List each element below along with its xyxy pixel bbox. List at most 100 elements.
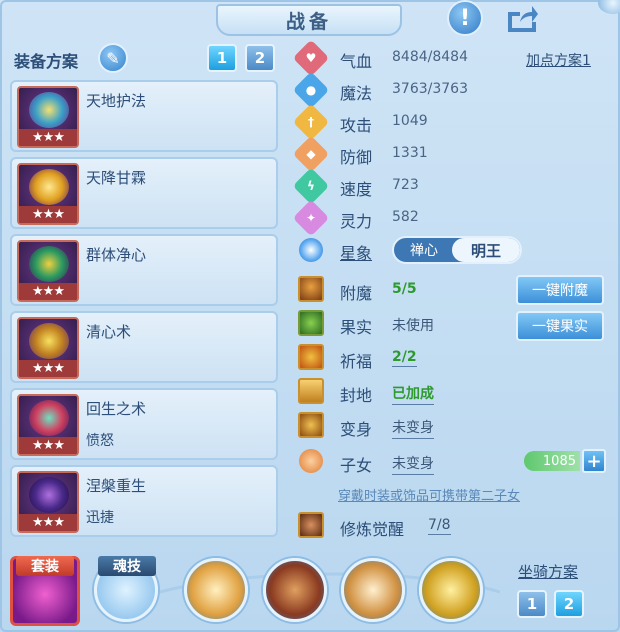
extra-value[interactable]: 已加成 xyxy=(392,383,434,405)
mount-slot[interactable] xyxy=(184,558,248,622)
skill-name: 回生之术 xyxy=(86,400,147,418)
stat-label: 灵力 xyxy=(340,212,373,231)
star-sign-toggle[interactable]: 禅心 明王 xyxy=(392,236,522,264)
spirit-icon: ✦ xyxy=(305,211,317,225)
skill-name: 涅槃重生 xyxy=(86,477,147,495)
extra-label: 子女 xyxy=(340,456,373,475)
star-sign-label[interactable]: 星象 xyxy=(340,240,372,264)
extra-pray: 祈福 2/2 xyxy=(296,344,606,372)
pray-icon xyxy=(298,344,324,370)
plan-button-2[interactable]: 2 xyxy=(245,44,275,72)
skill-icon: ★★★ xyxy=(17,86,79,148)
mount-slot[interactable] xyxy=(419,558,483,622)
skill-name: 清心术 xyxy=(86,323,132,341)
skill-stars: ★★★ xyxy=(19,206,77,223)
soul-skill-label: 魂技 xyxy=(98,556,156,576)
skill-name: 群体净心 xyxy=(86,246,147,264)
mount-slot[interactable] xyxy=(341,558,405,622)
star-sign-option-chanxin[interactable]: 禅心 xyxy=(394,238,454,262)
skill-name: 天地护法 xyxy=(86,92,147,110)
stat-hp: ♥ 气血 8484/8484 加点方案1 xyxy=(292,39,606,77)
mount-plan-button-2[interactable]: 2 xyxy=(554,590,584,618)
child-icon xyxy=(299,449,323,473)
enchant-icon xyxy=(298,276,324,302)
skill-stars: ★★★ xyxy=(19,437,77,454)
skill-card[interactable]: ★★★ 天降甘霖 xyxy=(10,157,278,229)
star-sign-option-mingwang[interactable]: 明王 xyxy=(452,238,520,262)
skill-icon: ★★★ xyxy=(17,240,79,302)
skill-icon: ★★★ xyxy=(17,317,79,379)
stat-label: 攻击 xyxy=(340,116,373,135)
mount-slot[interactable] xyxy=(263,558,327,622)
skill-card[interactable]: ★★★ 涅槃重生 迅捷 xyxy=(10,465,278,537)
skill-icon: ★★★ xyxy=(17,394,79,456)
extra-label: 果实 xyxy=(340,318,373,337)
seal-icon xyxy=(298,378,324,404)
extra-transform: 变身 未变身 xyxy=(296,412,606,440)
cultivate-icon xyxy=(298,512,324,538)
transform-icon xyxy=(298,412,324,438)
stat-label: 魔法 xyxy=(340,84,373,103)
stat-spr: ✦ 灵力 582 xyxy=(292,199,606,237)
extra-label: 封地 xyxy=(340,386,373,405)
skill-sub: 愤怒 xyxy=(86,433,114,449)
add-button[interactable]: + xyxy=(582,449,606,473)
stat-value: 1049 xyxy=(392,113,428,129)
fruit-all-button[interactable]: 一键果实 xyxy=(516,311,604,341)
stat-value: 8484/8484 xyxy=(392,49,468,65)
plan-button-1[interactable]: 1 xyxy=(207,44,237,72)
stat-value: 3763/3763 xyxy=(392,81,468,97)
skill-stars: ★★★ xyxy=(19,514,77,531)
extra-label: 祈福 xyxy=(340,352,373,371)
skill-name: 天降甘霖 xyxy=(86,169,147,187)
speed-icon: ϟ xyxy=(307,179,315,193)
extra-value[interactable]: 2/2 xyxy=(392,349,417,367)
extra-value[interactable]: 未变身 xyxy=(392,417,434,439)
skill-sub: 迅捷 xyxy=(86,510,114,526)
skill-card[interactable]: ★★★ 清心术 xyxy=(10,311,278,383)
stat-spd: ϟ 速度 723 xyxy=(292,167,606,205)
extra-label: 附魔 xyxy=(340,284,373,303)
stat-mp: ● 魔法 3763/3763 xyxy=(292,71,606,109)
edit-icon[interactable]: ✎ xyxy=(98,43,128,73)
skill-card[interactable]: ★★★ 群体净心 xyxy=(10,234,278,306)
skill-icon: ★★★ xyxy=(17,163,79,225)
extra-value[interactable]: 7/8 xyxy=(428,517,451,535)
skill-stars: ★★★ xyxy=(19,360,77,377)
hint-link[interactable]: 穿戴时装或饰品可携带第二子女 xyxy=(338,485,520,504)
skill-stars: ★★★ xyxy=(19,129,77,146)
mana-icon: ● xyxy=(305,83,317,97)
alert-icon[interactable]: ! xyxy=(447,0,483,36)
extra-value: 5/5 xyxy=(392,281,417,297)
child-counter: 1085 xyxy=(524,451,580,471)
sword-icon: † xyxy=(308,115,314,129)
skill-stars: ★★★ xyxy=(19,283,77,300)
add-plan-link[interactable]: 加点方案1 xyxy=(526,50,591,70)
stat-label: 速度 xyxy=(340,180,373,199)
extra-seal: 封地 已加成 xyxy=(296,378,606,406)
page-title: 战备 xyxy=(216,4,402,36)
stat-def: ◆ 防御 1331 xyxy=(292,135,606,173)
star-sign-icon xyxy=(299,238,323,262)
extra-label: 变身 xyxy=(340,420,373,439)
extra-label: 修炼觉醒 xyxy=(340,520,405,539)
stat-value: 723 xyxy=(392,177,419,193)
plan-title: 装备方案 xyxy=(14,52,79,71)
stat-value: 582 xyxy=(392,209,419,225)
fruit-icon xyxy=(298,310,324,336)
stat-atk: † 攻击 1049 xyxy=(292,103,606,141)
mount-plan-title[interactable]: 坐骑方案 xyxy=(518,561,578,582)
skill-card[interactable]: ★★★ 天地护法 xyxy=(10,80,278,152)
heart-icon: ♥ xyxy=(305,51,317,65)
stat-label: 防御 xyxy=(340,148,373,167)
skill-icon: ★★★ xyxy=(17,471,79,533)
share-icon[interactable] xyxy=(504,0,540,36)
enchant-all-button[interactable]: 一键附魔 xyxy=(516,275,604,305)
stat-value: 1331 xyxy=(392,145,428,161)
extra-cultivate: 修炼觉醒 7/8 xyxy=(296,512,606,540)
extra-value: 未使用 xyxy=(392,318,434,334)
skill-card[interactable]: ★★★ 回生之术 愤怒 xyxy=(10,388,278,460)
mount-plan-button-1[interactable]: 1 xyxy=(517,590,547,618)
extra-value[interactable]: 未变身 xyxy=(392,453,434,475)
shield-icon: ◆ xyxy=(306,147,316,161)
